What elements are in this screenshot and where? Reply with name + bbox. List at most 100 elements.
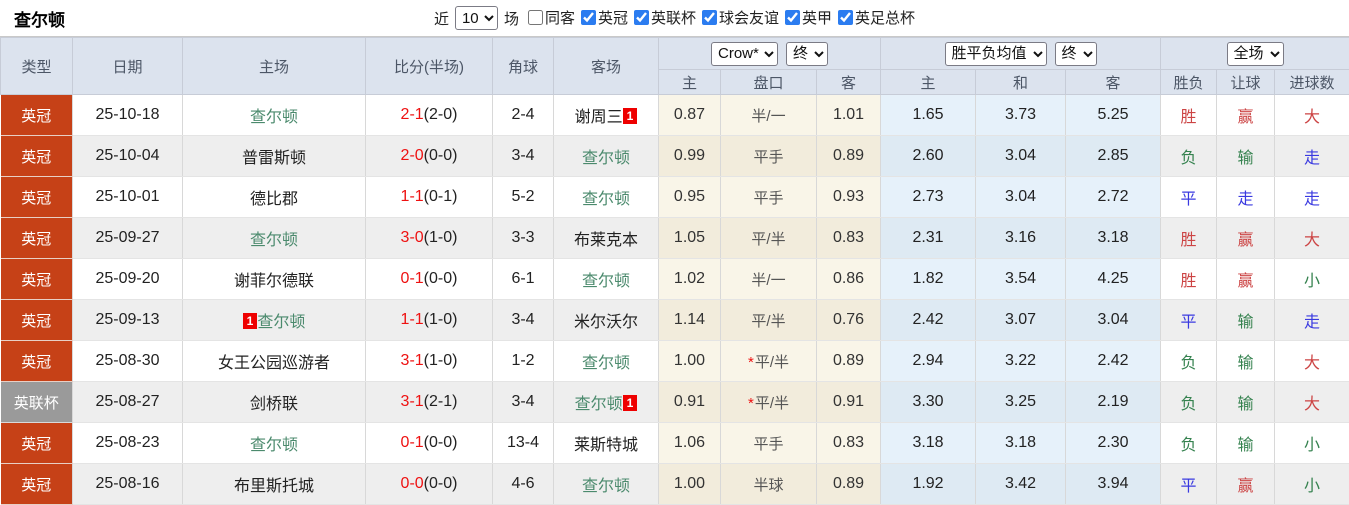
filter-英甲[interactable]: 英甲 <box>785 7 832 28</box>
team-name[interactable]: 女王公园巡游者 <box>218 355 330 372</box>
result-wdl-cell: 胜 <box>1160 258 1218 300</box>
score-halftime: (1-0) <box>423 352 458 369</box>
team-name[interactable]: 剑桥联 <box>250 396 298 413</box>
team-name[interactable]: 查尔顿 <box>582 150 630 167</box>
team-name[interactable]: 谢周三 <box>575 109 623 126</box>
odds-home-cell: 0.87 <box>658 94 721 136</box>
corners-cell: 1-2 <box>492 340 554 382</box>
score-halftime: (2-0) <box>423 106 458 123</box>
home-team-cell[interactable]: 普雷斯顿 <box>182 135 366 177</box>
home-team-cell[interactable]: 德比郡 <box>182 176 366 218</box>
home-team-cell[interactable]: 女王公园巡游者 <box>182 340 366 382</box>
filter-球会友谊[interactable]: 球会友谊 <box>702 7 779 28</box>
score-halftime: (2-1) <box>423 393 458 410</box>
away-team-cell[interactable]: 查尔顿 1 <box>553 381 659 423</box>
result-handicap-cell: 输 <box>1216 340 1276 382</box>
odds-time-select[interactable]: 终 <box>786 41 828 66</box>
odds-away-cell: 0.89 <box>816 340 882 382</box>
team-name[interactable]: 布里斯托城 <box>234 478 314 495</box>
away-team-cell[interactable]: 查尔顿 <box>553 463 659 505</box>
result-handicap-cell: 输 <box>1216 422 1276 464</box>
filter-checkbox[interactable] <box>702 10 718 25</box>
avg-away-cell: 2.19 <box>1065 381 1162 423</box>
home-team-cell[interactable]: 剑桥联 <box>182 381 366 423</box>
col-header-away: 客场 <box>553 37 659 95</box>
team-name[interactable]: 谢菲尔德联 <box>234 273 314 290</box>
team-name[interactable]: 普雷斯顿 <box>242 150 306 167</box>
result-scope-select[interactable]: 全场 <box>1226 41 1284 66</box>
away-team-cell[interactable]: 米尔沃尔 <box>553 299 659 341</box>
col-header-date: 日期 <box>72 37 183 95</box>
home-team-cell[interactable]: 查尔顿 <box>182 422 366 464</box>
handicap-star: * <box>747 353 754 371</box>
avg-type-select[interactable]: 胜平负均值 <box>944 41 1047 66</box>
team-name[interactable]: 德比郡 <box>250 191 298 208</box>
away-team-cell[interactable]: 查尔顿 <box>553 135 659 177</box>
team-name[interactable]: 布莱克本 <box>574 232 638 249</box>
handicap-cell: 平/半 <box>720 217 817 259</box>
odds-away-cell: 0.91 <box>816 381 882 423</box>
handicap-cell: 半/一 <box>720 94 817 136</box>
filter-英联杯[interactable]: 英联杯 <box>634 7 696 28</box>
corners-cell: 2-4 <box>492 94 554 136</box>
avg-draw-cell: 3.04 <box>975 176 1067 218</box>
filter-checkbox[interactable] <box>838 10 854 25</box>
away-team-cell[interactable]: 查尔顿 <box>553 176 659 218</box>
away-team-cell[interactable]: 查尔顿 <box>553 258 659 300</box>
result-wdl-cell: 负 <box>1160 135 1218 177</box>
avg-home-cell: 1.82 <box>880 258 977 300</box>
away-team-cell[interactable]: 布莱克本 <box>553 217 659 259</box>
home-team-cell[interactable]: 布里斯托城 <box>182 463 366 505</box>
filter-checkbox[interactable] <box>785 10 801 25</box>
home-team-cell[interactable]: 1 查尔顿 <box>182 299 366 341</box>
result-wdl-cell: 平 <box>1160 299 1218 341</box>
filter-英足总杯[interactable]: 英足总杯 <box>838 7 915 28</box>
team-name[interactable]: 查尔顿 <box>250 437 298 454</box>
avg-time-select[interactable]: 终 <box>1054 41 1097 66</box>
handicap-cell: 半/一 <box>720 258 817 300</box>
date-cell: 25-09-27 <box>72 217 183 259</box>
filter-checkbox[interactable] <box>634 10 649 25</box>
score-halftime: (0-0) <box>423 147 458 164</box>
col-header-score: 比分(半场) <box>365 37 493 95</box>
team-name[interactable]: 查尔顿 <box>582 273 630 290</box>
result-handicap-cell: 走 <box>1216 176 1276 218</box>
result-wdl-cell: 平 <box>1160 176 1218 218</box>
team-name[interactable]: 莱斯特城 <box>574 437 638 454</box>
avg-away-cell: 3.18 <box>1065 217 1162 259</box>
recent-count-select[interactable]: 10 <box>454 6 498 30</box>
team-name[interactable]: 查尔顿 <box>250 232 298 249</box>
score-fulltime: 1-1 <box>400 311 424 328</box>
score-cell: 2-0(0-0) <box>365 135 493 177</box>
red-card-badge: 1 <box>242 313 258 329</box>
filter-英冠[interactable]: 英冠 <box>580 7 628 28</box>
date-cell: 25-08-16 <box>72 463 183 505</box>
odds-company-select[interactable]: Crow* <box>711 41 778 66</box>
home-team-cell[interactable]: 查尔顿 <box>182 94 366 136</box>
result-goals-cell: 大 <box>1274 340 1349 382</box>
away-team-cell[interactable]: 谢周三 1 <box>553 94 659 136</box>
team-name[interactable]: 查尔顿 <box>250 109 298 126</box>
team-name[interactable]: 查尔顿 <box>582 478 630 495</box>
home-team-cell[interactable]: 谢菲尔德联 <box>182 258 366 300</box>
team-name[interactable]: 米尔沃尔 <box>574 314 638 331</box>
result-wdl-cell: 平 <box>1160 463 1218 505</box>
filter-同客[interactable]: 同客 <box>527 7 575 28</box>
team-name[interactable]: 查尔顿 <box>582 191 630 208</box>
corners-cell: 3-4 <box>492 299 554 341</box>
handicap-star: * <box>747 394 754 412</box>
league-cell: 英冠 <box>0 217 73 259</box>
team-name[interactable]: 查尔顿 <box>257 314 305 331</box>
filter-checkbox[interactable] <box>527 10 543 25</box>
score-halftime: (1-0) <box>423 311 458 328</box>
filter-label: 英联杯 <box>651 10 697 27</box>
result-goals-cell: 大 <box>1274 94 1349 136</box>
filter-checkbox[interactable] <box>580 10 596 25</box>
team-name[interactable]: 查尔顿 <box>575 396 623 413</box>
match-row: 英联杯 25-08-27 剑桥联 3-1(2-1) 3-4 查尔顿 1 0.91 … <box>0 381 1349 423</box>
away-team-cell[interactable]: 莱斯特城 <box>553 422 659 464</box>
away-team-cell[interactable]: 查尔顿 <box>553 340 659 382</box>
team-name[interactable]: 查尔顿 <box>582 355 630 372</box>
result-wdl-cell: 负 <box>1160 381 1218 423</box>
home-team-cell[interactable]: 查尔顿 <box>182 217 366 259</box>
